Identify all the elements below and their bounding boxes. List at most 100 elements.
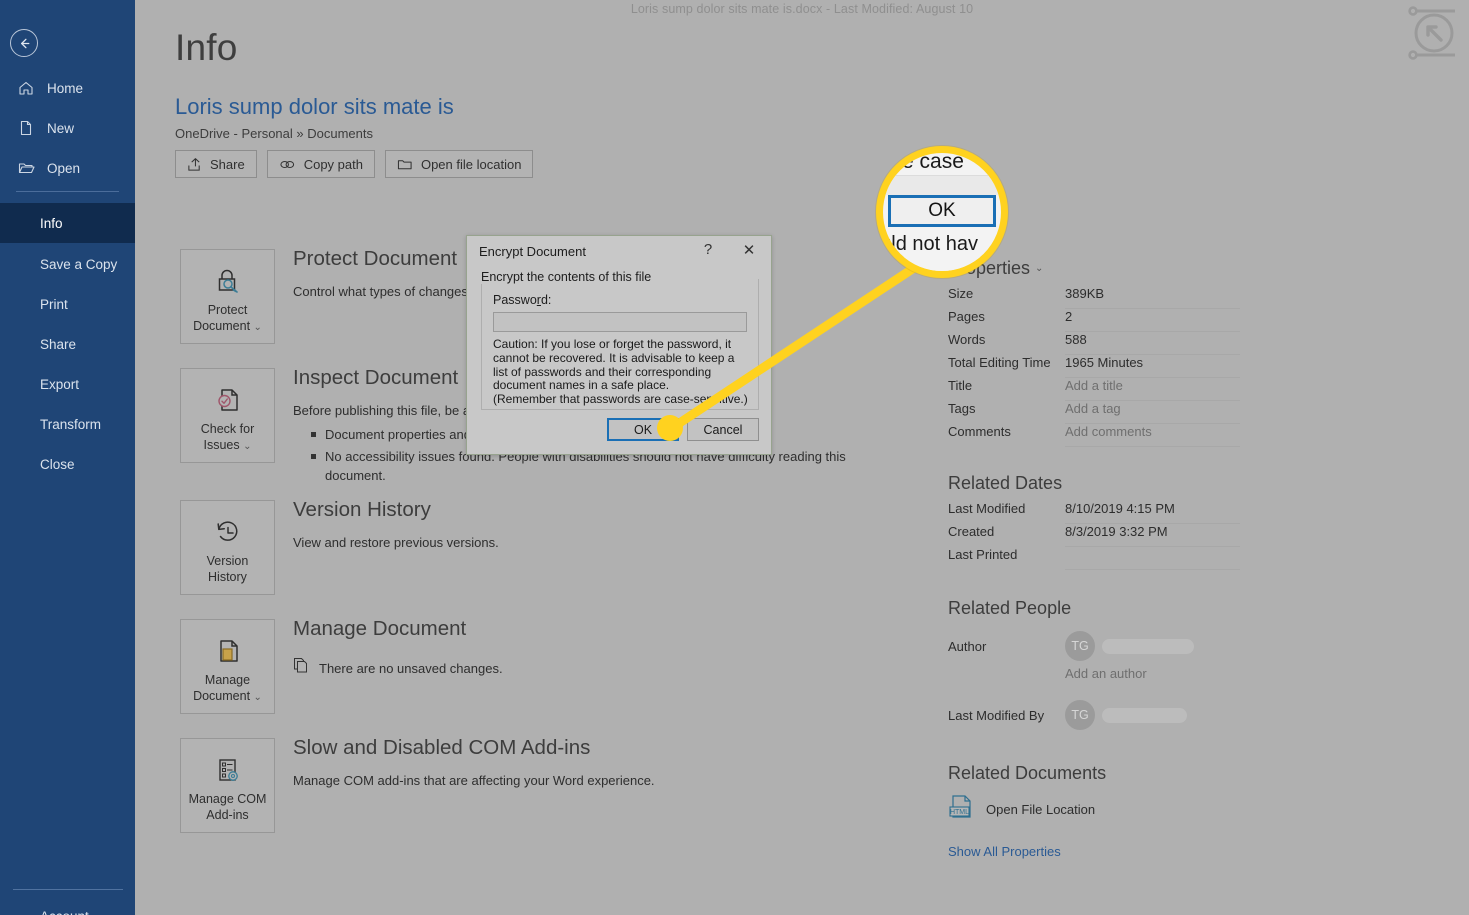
sidebar-item-print[interactable]: Print <box>0 284 135 324</box>
related-date-row-created[interactable]: Created 8/3/2019 3:32 PM <box>948 524 1248 547</box>
avatar: TG <box>1065 631 1095 661</box>
protect-document-tile[interactable]: Protect Document ⌄ <box>180 249 275 344</box>
property-value[interactable]: Add a tag <box>1065 401 1121 416</box>
add-author-row[interactable]: Add an author <box>948 666 1248 694</box>
history-clock-icon <box>212 515 244 549</box>
sidebar-item-label: Transform <box>40 416 102 432</box>
manage-com-addins-tile-label: Manage COM Add-ins <box>188 792 267 822</box>
magnified-caution-tail-text: s are case <box>883 153 964 173</box>
copy-path-button-label: Copy path <box>303 156 363 172</box>
folder-icon <box>397 157 413 172</box>
dialog-group-label: Encrypt the contents of this file <box>481 270 657 284</box>
dialog-caution-text: Caution: If you lose or forget the passw… <box>493 337 748 407</box>
svg-text:HTML: HTML <box>950 809 969 816</box>
sidebar-item-export[interactable]: Export <box>0 364 135 404</box>
property-row-pages[interactable]: Pages 2 <box>948 309 1248 332</box>
property-value: 8/3/2019 3:32 PM <box>1065 524 1168 539</box>
magnified-background-text: ould not hav <box>883 233 978 255</box>
sidebar-item-label: Home <box>47 80 84 96</box>
sidebar-item-new[interactable]: New <box>0 108 135 148</box>
open-file-location-label: Open File Location <box>986 802 1096 817</box>
chevron-down-icon: ⌄ <box>253 322 262 333</box>
last-modified-by-name-redacted <box>1102 707 1187 723</box>
dialog-ok-button[interactable]: OK <box>607 418 679 441</box>
unsaved-changes-icon <box>293 657 309 679</box>
lock-key-icon <box>212 264 244 298</box>
property-value[interactable]: Add comments <box>1065 424 1152 439</box>
com-addins-heading: Slow and Disabled COM Add-ins <box>293 736 591 759</box>
related-dates-heading: Related Dates <box>948 473 1063 493</box>
manage-document-tile[interactable]: Manage Document ⌄ <box>180 619 275 714</box>
sidebar-item-home[interactable]: Home <box>0 68 135 108</box>
property-value: 1965 Minutes <box>1065 355 1144 370</box>
property-row-total-editing-time[interactable]: Total Editing Time 1965 Minutes <box>948 355 1248 378</box>
sidebar-item-label: Account <box>40 909 89 915</box>
property-row-comments[interactable]: Comments Add comments <box>948 424 1248 447</box>
manage-document-icon <box>212 634 244 668</box>
manage-document-status-text: There are no unsaved changes. <box>319 660 503 676</box>
open-file-location-link[interactable]: HTML Open File Location <box>948 794 1248 825</box>
property-key: Last Modified By <box>948 707 1045 723</box>
property-value: 8/10/2019 4:15 PM <box>1065 501 1175 516</box>
show-all-properties-link[interactable]: Show All Properties <box>948 844 1248 859</box>
sidebar-item-transform[interactable]: Transform <box>0 404 135 444</box>
property-key: Tags <box>948 401 976 416</box>
sidebar-item-account[interactable]: Account <box>0 896 135 915</box>
related-documents-heading: Related Documents <box>948 763 1107 783</box>
html-file-icon: HTML <box>948 794 976 825</box>
related-people-row-last-modified-by[interactable]: Last Modified By TG <box>948 694 1248 736</box>
sidebar-item-label: Share <box>40 336 77 352</box>
sidebar-item-open[interactable]: Open <box>0 148 135 188</box>
help-icon[interactable]: ? <box>698 241 718 258</box>
property-key: Total Editing Time <box>948 355 1051 370</box>
cursor-annotation-watermark-icon <box>1408 6 1455 60</box>
author-name-redacted <box>1102 638 1194 654</box>
property-row-words[interactable]: Words 588 <box>948 332 1248 355</box>
related-date-row-last-modified[interactable]: Last Modified 8/10/2019 4:15 PM <box>948 501 1248 524</box>
sidebar-item-info[interactable]: Info <box>0 203 135 243</box>
chevron-down-icon: ⌄ <box>253 692 262 703</box>
property-value: 389KB <box>1065 286 1105 301</box>
dialog-cancel-button[interactable]: Cancel <box>687 418 759 441</box>
chevron-down-icon[interactable]: ⌄ <box>1035 263 1043 274</box>
related-people-heading: Related People <box>948 598 1072 618</box>
avatar: TG <box>1065 700 1095 730</box>
version-history-tile-label: Version History <box>206 554 249 584</box>
share-button[interactable]: Share <box>175 150 257 178</box>
property-value[interactable]: Add a title <box>1065 378 1123 393</box>
open-file-location-button[interactable]: Open file location <box>384 150 534 178</box>
related-people-row-author[interactable]: Author TG <box>948 626 1248 666</box>
manage-com-addins-tile[interactable]: Manage COM Add-ins <box>180 738 275 833</box>
open-folder-icon <box>16 160 36 176</box>
back-button[interactable] <box>10 29 38 57</box>
properties-panel: Properties ⌄ Size 389KB Pages 2 Words 58… <box>948 0 1248 859</box>
property-row-title[interactable]: Title Add a title <box>948 378 1248 401</box>
check-for-issues-tile[interactable]: Check for Issues ⌄ <box>180 368 275 463</box>
sidebar-item-share[interactable]: Share <box>0 324 135 364</box>
property-key: Last Modified <box>948 501 1026 516</box>
sidebar-divider <box>16 191 119 192</box>
document-title: Loris sump dolor sits mate is <box>175 94 454 119</box>
open-file-location-button-label: Open file location <box>420 156 522 172</box>
property-key: Pages <box>948 309 985 324</box>
property-row-tags[interactable]: Tags Add a tag <box>948 401 1248 424</box>
new-document-icon <box>16 120 36 136</box>
com-addins-body: Manage COM add-ins that are affecting yo… <box>293 773 655 788</box>
close-icon[interactable]: ✕ <box>739 241 759 259</box>
version-history-body: View and restore previous versions. <box>293 535 499 550</box>
sidebar-item-label: Info <box>40 215 63 231</box>
related-date-row-last-printed[interactable]: Last Printed <box>948 547 1248 570</box>
copy-path-button[interactable]: Copy path <box>266 150 375 178</box>
add-author-label[interactable]: Add an author <box>1065 666 1147 681</box>
share-button-label: Share <box>210 156 245 172</box>
sidebar-item-save-a-copy[interactable]: Save a Copy <box>0 244 135 284</box>
sidebar-item-label: Print <box>40 296 68 312</box>
password-field-label: Password: <box>493 293 552 307</box>
sidebar-item-label: Open <box>47 160 81 176</box>
password-input[interactable] <box>493 312 747 332</box>
version-history-heading: Version History <box>293 498 431 521</box>
version-history-tile[interactable]: Version History <box>180 500 275 595</box>
sidebar-item-close[interactable]: Close <box>0 444 135 484</box>
property-row-size[interactable]: Size 389KB <box>948 286 1248 309</box>
manage-document-tile-label: Manage Document ⌄ <box>193 673 262 703</box>
